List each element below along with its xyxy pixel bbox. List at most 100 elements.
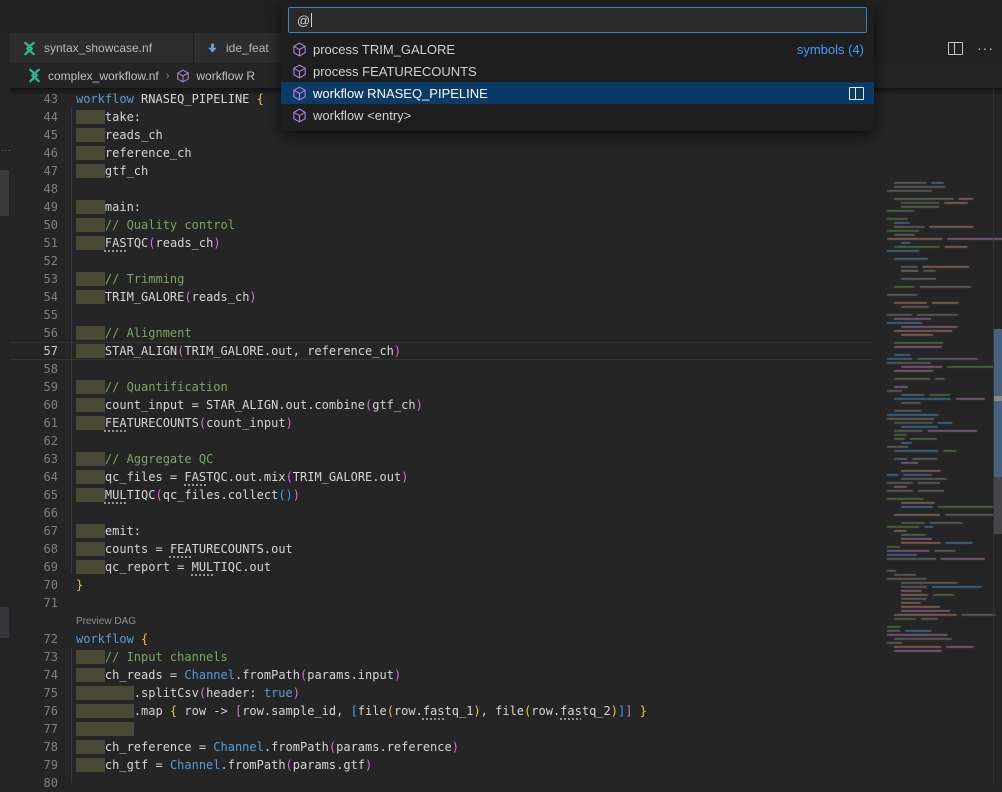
line-number[interactable]: 50 — [10, 216, 76, 234]
line-number[interactable]: 71 — [10, 594, 76, 612]
line-number[interactable]: 72 — [10, 630, 76, 648]
code-editor[interactable]: 43workflow RNASEQ_PIPELINE {44 take:45 r… — [10, 88, 1002, 783]
line-number[interactable]: 53 — [10, 270, 76, 288]
code-text: TRIM_GALORE(reads_ch) — [76, 288, 257, 306]
code-line[interactable]: 70} — [10, 576, 873, 594]
code-line[interactable]: 60 count_input = STAR_ALIGN.out.combine(… — [10, 396, 873, 414]
code-text: // Aggregate QC — [76, 450, 213, 468]
code-line[interactable]: 56 // Alignment — [10, 324, 873, 342]
line-number[interactable]: 51 — [10, 234, 76, 252]
quick-pick-item[interactable]: process TRIM_GALOREsymbols (4) — [281, 38, 874, 60]
quick-pick-panel: @ process TRIM_GALOREsymbols (4)process … — [281, 0, 874, 131]
code-line[interactable]: 69 qc_report = MULTIQC.out — [10, 558, 873, 576]
symbol-cube-icon — [292, 42, 307, 57]
line-number[interactable]: 56 — [10, 324, 76, 342]
line-number[interactable]: 59 — [10, 378, 76, 396]
split-editor-icon[interactable] — [948, 42, 963, 55]
code-line[interactable]: 59 // Quantification — [10, 378, 873, 396]
line-number[interactable]: 73 — [10, 648, 76, 666]
line-number[interactable]: 68 — [10, 540, 76, 558]
line-number[interactable]: 61 — [10, 414, 76, 432]
line-number[interactable]: 70 — [10, 576, 76, 594]
line-number[interactable]: 78 — [10, 738, 76, 756]
code-line[interactable]: 51 FASTQC(reads_ch) — [10, 234, 873, 252]
code-line[interactable]: 62 — [10, 432, 873, 450]
code-line[interactable]: 57 STAR_ALIGN(TRIM_GALORE.out, reference… — [10, 342, 873, 360]
code-line[interactable]: 77 — [10, 720, 873, 738]
editor-actions: ··· — [948, 33, 994, 63]
line-number[interactable]: 74 — [10, 666, 76, 684]
code-line[interactable]: 72workflow { — [10, 630, 873, 648]
line-number[interactable]: 63 — [10, 450, 76, 468]
code-line[interactable]: 55 — [10, 306, 873, 324]
code-line[interactable]: 53 // Trimming — [10, 270, 873, 288]
line-number[interactable]: 52 — [10, 252, 76, 270]
code-line[interactable]: 78 ch_reference = Channel.fromPath(param… — [10, 738, 873, 756]
code-line[interactable]: 67 emit: — [10, 522, 873, 540]
line-number[interactable]: 69 — [10, 558, 76, 576]
code-line[interactable]: 47 gtf_ch — [10, 162, 873, 180]
code-line[interactable]: 68 counts = FEATURECOUNTS.out — [10, 540, 873, 558]
code-line[interactable]: 79 ch_gtf = Channel.fromPath(params.gtf) — [10, 756, 873, 774]
quick-pick-item[interactable]: workflow <entry> — [281, 104, 874, 126]
line-number[interactable]: 44 — [10, 108, 76, 126]
line-number[interactable]: 75 — [10, 684, 76, 702]
code-line[interactable]: 50 // Quality control — [10, 216, 873, 234]
line-number[interactable]: 67 — [10, 522, 76, 540]
code-line[interactable]: 71 — [10, 594, 873, 612]
line-number[interactable]: 46 — [10, 144, 76, 162]
open-to-side-icon[interactable] — [849, 87, 864, 100]
code-text: MULTIQC(qc_files.collect()) — [76, 486, 300, 504]
line-number[interactable]: 76 — [10, 702, 76, 720]
gutter-blank — [10, 612, 76, 630]
line-number[interactable]: 54 — [10, 288, 76, 306]
code-line[interactable]: 46 reference_ch — [10, 144, 873, 162]
line-number[interactable]: 60 — [10, 396, 76, 414]
code-line[interactable]: 63 // Aggregate QC — [10, 450, 873, 468]
quick-pick-item[interactable]: workflow RNASEQ_PIPELINE — [281, 82, 874, 104]
code-lens-link[interactable]: Preview DAG — [76, 612, 136, 630]
quick-pick-input[interactable]: @ — [288, 7, 867, 33]
code-line[interactable]: 48 — [10, 180, 873, 198]
code-line[interactable]: 64 qc_files = FASTQC.out.mix(TRIM_GALORE… — [10, 468, 873, 486]
code-line[interactable]: 76 .map { row -> [row.sample_id, [file(r… — [10, 702, 873, 720]
scrollbar-range-decoration[interactable] — [994, 329, 1002, 477]
line-number[interactable]: 45 — [10, 126, 76, 144]
code-line[interactable]: 75 .splitCsv(header: true) — [10, 684, 873, 702]
line-number[interactable]: 49 — [10, 198, 76, 216]
code-line[interactable]: 65 MULTIQC(qc_files.collect()) — [10, 486, 873, 504]
line-number[interactable]: 55 — [10, 306, 76, 324]
code-line[interactable]: 66 — [10, 504, 873, 522]
code-line[interactable]: 58 — [10, 360, 873, 378]
line-number[interactable]: 47 — [10, 162, 76, 180]
scrollbar-thumb[interactable] — [994, 477, 1002, 534]
line-number[interactable]: 65 — [10, 486, 76, 504]
minimap[interactable] — [883, 176, 1002, 736]
code-line[interactable]: 52 — [10, 252, 873, 270]
code-lens-row[interactable]: Preview DAG — [10, 612, 873, 630]
quick-pick-item[interactable]: process FEATURECOUNTS — [281, 60, 874, 82]
code-text: // Alignment — [76, 324, 192, 342]
code-line[interactable]: 54 TRIM_GALORE(reads_ch) — [10, 288, 873, 306]
line-number[interactable]: 64 — [10, 468, 76, 486]
line-number[interactable]: 57 — [10, 343, 76, 359]
code-line[interactable]: 61 FEATURECOUNTS(count_input) — [10, 414, 873, 432]
code-line[interactable]: 73 // Input channels — [10, 648, 873, 666]
code-text — [76, 720, 134, 738]
quick-pick-input-wrap: @ — [281, 0, 874, 38]
line-number[interactable]: 58 — [10, 360, 76, 378]
line-number[interactable]: 80 — [10, 774, 76, 792]
code-line[interactable]: 74 ch_reads = Channel.fromPath(params.in… — [10, 666, 873, 684]
more-actions-icon[interactable]: ··· — [977, 43, 994, 53]
breadcrumb-symbol[interactable]: workflow R — [196, 69, 255, 83]
line-number[interactable]: 62 — [10, 432, 76, 450]
line-number[interactable]: 77 — [10, 720, 76, 738]
line-number[interactable]: 48 — [10, 180, 76, 198]
code-line[interactable]: 49 main: — [10, 198, 873, 216]
breadcrumb-file[interactable]: complex_workflow.nf — [48, 69, 159, 83]
code-line[interactable]: 80 — [10, 774, 873, 792]
tab-syntax-showcase[interactable]: syntax_showcase.nf — [10, 33, 194, 63]
code-text: } — [76, 576, 83, 594]
line-number[interactable]: 79 — [10, 756, 76, 774]
line-number[interactable]: 66 — [10, 504, 76, 522]
